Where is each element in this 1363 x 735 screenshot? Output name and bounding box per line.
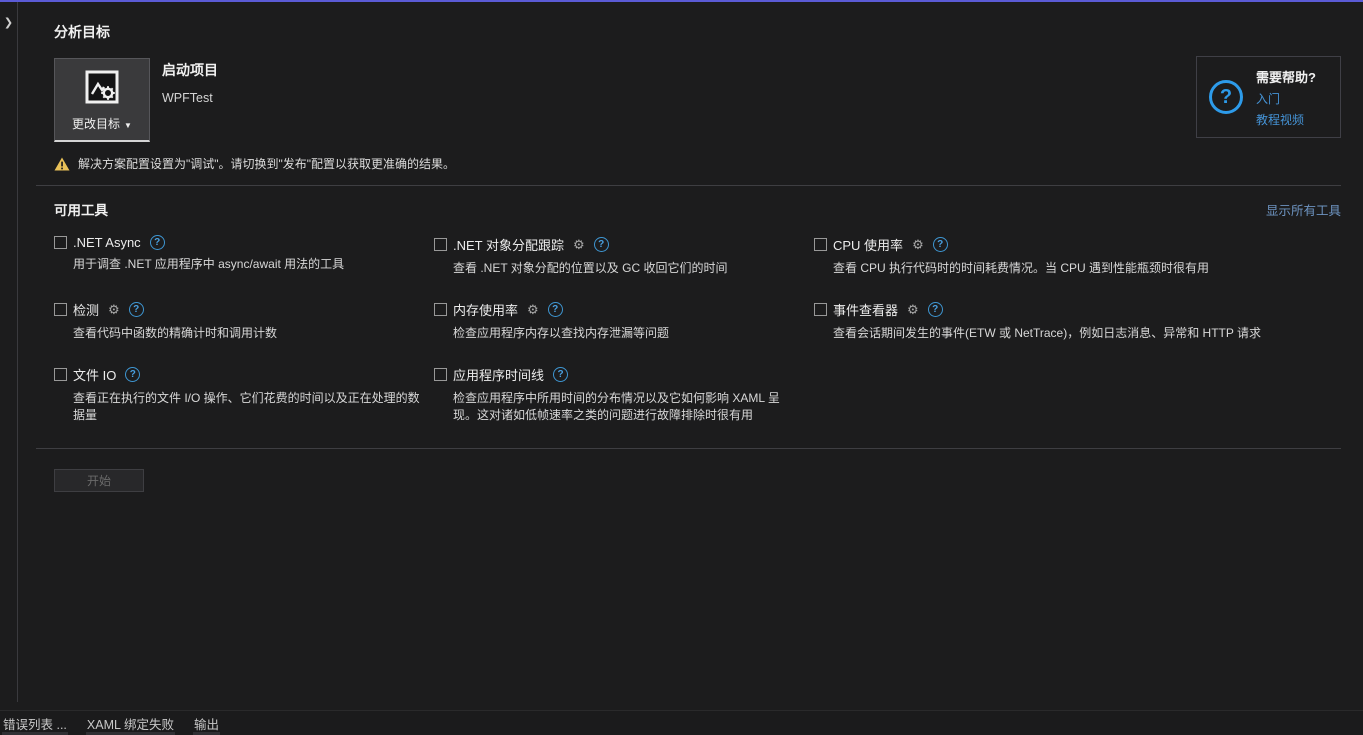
help-icon[interactable]: ? <box>927 302 943 317</box>
need-help-panel: ? 需要帮助? 入门 教程视频 <box>1196 56 1341 138</box>
change-target-label: 更改目标 <box>72 117 121 131</box>
help-icon[interactable]: ? <box>125 367 141 382</box>
help-icon[interactable]: ? <box>553 367 569 382</box>
gear-icon[interactable]: ⚙ <box>907 303 919 316</box>
tool-checkbox[interactable] <box>54 236 67 249</box>
gear-icon[interactable]: ⚙ <box>527 303 539 316</box>
gear-icon[interactable]: ⚙ <box>108 303 120 316</box>
tool-item-events-viewer: 事件查看器 ⚙ ? 查看会话期间发生的事件(ETW 或 NetTrace)，例如… <box>814 300 1341 365</box>
tool-item-memory-usage: 内存使用率 ⚙ ? 检查应用程序内存以查找内存泄漏等问题 <box>434 300 814 365</box>
tool-label: 事件查看器 <box>833 303 899 318</box>
chevron-right-icon[interactable]: ❯ <box>4 16 13 702</box>
bottom-panel-tabs: 错误列表 ... XAML 绑定失败 输出 <box>0 710 1363 735</box>
tool-description: 检查应用程序中所用时间的分布情况以及它如何影响 XAML 呈现。这对诸如低帧速率… <box>453 391 780 422</box>
help-icon[interactable]: ? <box>128 302 144 317</box>
gear-icon[interactable]: ⚙ <box>912 238 924 251</box>
project-name: WPFTest <box>162 91 213 105</box>
tool-label: .NET 对象分配跟踪 <box>453 238 564 253</box>
tool-item-application-timeline: 应用程序时间线 ⚙ ? 检查应用程序中所用时间的分布情况以及它如何影响 XAML… <box>434 365 814 430</box>
tool-item-file-io: 文件 IO ⚙ ? 查看正在执行的文件 I/O 操作、它们花费的时间以及正在处理… <box>54 365 434 430</box>
tool-description: 查看 CPU 执行代码时的时间耗费情况。当 CPU 遇到性能瓶颈时很有用 <box>833 261 1210 275</box>
help-icon[interactable]: ? <box>547 302 563 317</box>
tab-error-list[interactable]: 错误列表 ... <box>0 711 77 735</box>
target-image-icon <box>83 59 121 115</box>
tools-grid: .NET Async ⚙ ? 用于调查 .NET 应用程序中 async/awa… <box>54 235 1341 430</box>
available-tools-title: 可用工具 <box>54 203 108 218</box>
tool-item-dotnet-async: .NET Async ⚙ ? 用于调查 .NET 应用程序中 async/awa… <box>54 235 434 300</box>
configuration-warning: 解决方案配置设置为"调试"。请切换到"发布"配置以获取更准确的结果。 <box>54 155 1341 172</box>
dropdown-arrow-icon: ▼ <box>124 121 132 130</box>
tool-label: 检测 <box>73 303 100 318</box>
tool-label: 应用程序时间线 <box>453 368 545 383</box>
tool-item-cpu-usage: CPU 使用率 ⚙ ? 查看 CPU 执行代码时的时间耗费情况。当 CPU 遇到… <box>814 235 1341 300</box>
tab-xaml-binding-failures[interactable]: XAML 绑定失败 <box>77 711 184 735</box>
need-help-title: 需要帮助? <box>1256 69 1316 85</box>
page-title: 分析目标 <box>54 24 110 40</box>
tab-output[interactable]: 输出 <box>184 711 229 735</box>
tool-description: 查看正在执行的文件 I/O 操作、它们花费的时间以及正在处理的数据量 <box>73 391 420 422</box>
warning-text: 解决方案配置设置为"调试"。请切换到"发布"配置以获取更准确的结果。 <box>78 157 456 171</box>
analysis-target-section: 更改目标 ▼ 启动项目 WPFTest ? 需要帮助? 入门 教程视频 <box>54 56 1341 142</box>
gear-icon[interactable]: ⚙ <box>573 238 585 251</box>
tool-checkbox[interactable] <box>814 238 827 251</box>
question-mark-icon[interactable]: ? <box>1209 80 1243 114</box>
getting-started-link[interactable]: 入门 <box>1256 90 1316 107</box>
show-all-tools-link[interactable]: 显示所有工具 <box>1266 200 1341 219</box>
change-target-button[interactable]: 更改目标 ▼ <box>54 58 150 142</box>
tool-checkbox[interactable] <box>814 303 827 316</box>
tool-label: 文件 IO <box>73 368 117 383</box>
section-divider <box>36 448 1341 449</box>
tutorial-videos-link[interactable]: 教程视频 <box>1256 111 1316 128</box>
start-button[interactable]: 开始 <box>54 469 144 492</box>
tool-description: 用于调查 .NET 应用程序中 async/await 用法的工具 <box>73 257 345 271</box>
tool-item-instrumentation: 检测 ⚙ ? 查看代码中函数的精确计时和调用计数 <box>54 300 434 365</box>
tool-label: 内存使用率 <box>453 303 519 318</box>
target-type-label: 启动项目 <box>162 62 218 78</box>
tool-label: .NET Async <box>73 235 141 250</box>
warning-icon <box>54 157 70 170</box>
tool-label: CPU 使用率 <box>833 238 904 253</box>
collapsed-sidebar[interactable]: ❯ <box>0 2 18 702</box>
tool-checkbox[interactable] <box>434 303 447 316</box>
tool-checkbox[interactable] <box>54 303 67 316</box>
tool-item-dotnet-allocation: .NET 对象分配跟踪 ⚙ ? 查看 .NET 对象分配的位置以及 GC 收回它… <box>434 235 814 300</box>
section-divider <box>36 185 1341 186</box>
tool-description: 检查应用程序内存以查找内存泄漏等问题 <box>453 326 670 340</box>
tool-description: 查看代码中函数的精确计时和调用计数 <box>73 326 278 340</box>
help-icon[interactable]: ? <box>593 237 609 252</box>
tool-checkbox[interactable] <box>434 368 447 381</box>
profiler-page: 分析目标 更改目标 ▼ 启动项目 WPFTest ? 需要帮助? 入门 教程视频… <box>19 2 1363 710</box>
help-icon[interactable]: ? <box>149 235 165 250</box>
tool-description: 查看会话期间发生的事件(ETW 或 NetTrace)，例如日志消息、异常和 H… <box>833 326 1262 340</box>
help-icon[interactable]: ? <box>932 237 948 252</box>
tool-description: 查看 .NET 对象分配的位置以及 GC 收回它们的时间 <box>453 261 728 275</box>
tool-checkbox[interactable] <box>54 368 67 381</box>
tool-checkbox[interactable] <box>434 238 447 251</box>
